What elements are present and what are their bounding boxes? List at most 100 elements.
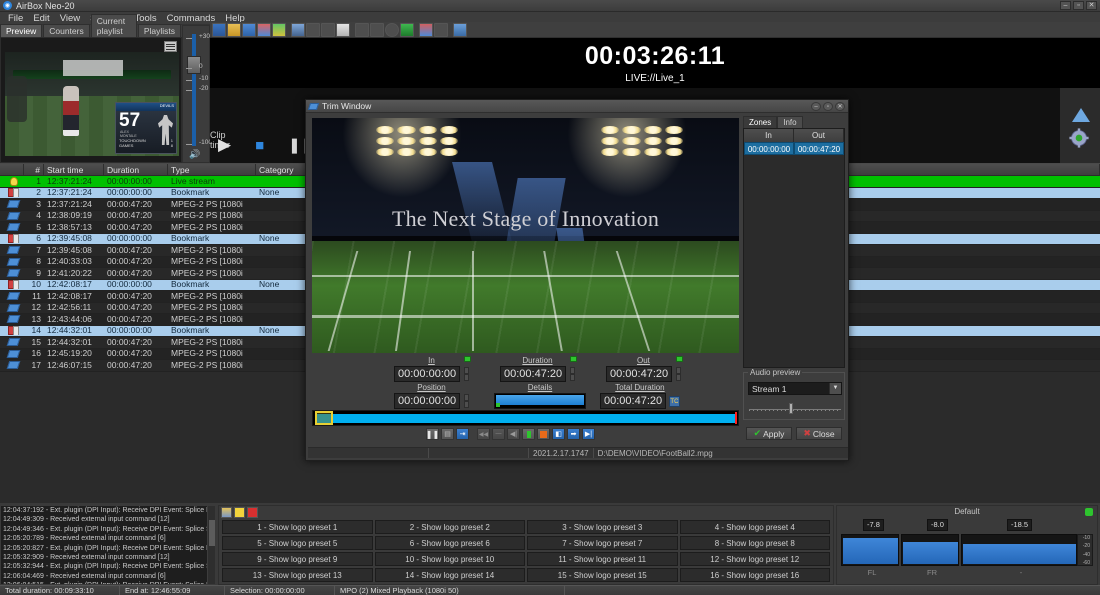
logo-preset-button[interactable]: 2 - Show logo preset 2 <box>375 520 526 534</box>
duration-spinner[interactable] <box>570 367 575 381</box>
timecode-format-button[interactable]: TC <box>669 396 680 407</box>
trim-window[interactable]: Trim Window – ▫ ✕ The Next Stage of In <box>305 99 849 461</box>
save-icon[interactable] <box>242 23 256 37</box>
in-spinner[interactable] <box>464 367 469 381</box>
tab-preview[interactable]: Preview <box>0 24 42 37</box>
play-icon[interactable]: ▶ <box>218 135 231 155</box>
favorite-icon[interactable] <box>234 507 245 518</box>
logo-preset-button[interactable]: 5 - Show logo preset 5 <box>222 536 373 550</box>
audio-level-slider[interactable] <box>749 401 841 411</box>
trim-pause-icon[interactable]: ❚❚ <box>426 428 439 440</box>
volume-fader-panel[interactable]: +30 0 -10 -20 -100 🔊 <box>182 25 210 163</box>
speaker-icon[interactable]: 🔊 <box>189 150 199 159</box>
logo-preset-button[interactable]: 8 - Show logo preset 8 <box>680 536 831 550</box>
refresh-icon[interactable] <box>400 23 414 37</box>
logo-preset-button[interactable]: 15 - Show logo preset 15 <box>527 568 678 582</box>
gear-icon[interactable] <box>1069 128 1089 148</box>
out-value[interactable]: 00:00:47:20 <box>606 366 672 382</box>
column-type[interactable]: Type <box>168 164 256 175</box>
import-icon[interactable] <box>272 23 286 37</box>
bookmark-icon[interactable] <box>419 23 433 37</box>
trim-frame-step-icon[interactable]: ▤ <box>441 428 454 440</box>
tab-playlists[interactable]: Playlists <box>138 24 181 37</box>
logo-preset-button[interactable]: 6 - Show logo preset 6 <box>375 536 526 550</box>
save-as-icon[interactable] <box>257 23 271 37</box>
trim-rewind-icon[interactable]: — <box>492 428 505 440</box>
tab-current-playlist[interactable]: Current playlist <box>91 14 137 37</box>
out-spinner[interactable] <box>676 367 681 381</box>
zones-list[interactable]: In Out 00:00:00:00 00:00:47:20 <box>743 128 845 368</box>
clock-icon[interactable] <box>385 23 399 37</box>
zones-row[interactable]: 00:00:00:00 00:00:47:20 <box>744 142 844 155</box>
logo-editor-icon[interactable] <box>221 507 232 518</box>
audio-stream-select[interactable]: Stream 1 ▼ <box>748 382 842 395</box>
trim-set-out-icon[interactable] <box>537 428 550 440</box>
trim-minimize-button[interactable]: – <box>811 102 821 111</box>
new-playlist-icon[interactable] <box>212 23 226 37</box>
logo-presets-panel: 1 - Show logo preset 12 - Show logo pres… <box>218 505 834 585</box>
trim-step-back-icon[interactable]: ◀| <box>507 428 520 440</box>
log-scrollbar[interactable] <box>207 506 215 585</box>
add-clip-icon[interactable] <box>306 23 320 37</box>
logo-preset-button[interactable]: 3 - Show logo preset 3 <box>527 520 678 534</box>
menu-item-file[interactable]: File <box>3 13 28 24</box>
duration-value[interactable]: 00:00:47:20 <box>500 366 566 382</box>
details-bar[interactable] <box>494 393 586 409</box>
menu-item-edit[interactable]: Edit <box>28 13 54 24</box>
column-duration[interactable]: Duration <box>104 164 168 175</box>
column-number[interactable]: # <box>24 164 44 175</box>
minimize-button[interactable]: – <box>1060 1 1071 10</box>
logo-preset-button[interactable]: 1 - Show logo preset 1 <box>222 520 373 534</box>
column-start-time[interactable]: Start time <box>44 164 104 175</box>
audio-slider-thumb[interactable] <box>789 403 793 414</box>
trim-mark-icon[interactable]: ◧ <box>552 428 565 440</box>
scrubber-playhead[interactable] <box>315 411 333 425</box>
in-value[interactable]: 00:00:00:00 <box>394 366 460 382</box>
new-item-icon[interactable] <box>336 23 350 37</box>
column-icon[interactable] <box>0 164 24 175</box>
tab-counters[interactable]: Counters <box>43 24 90 37</box>
tab-info[interactable]: Info <box>777 116 802 128</box>
trim-maximize-button[interactable]: ▫ <box>823 102 833 111</box>
logo-preset-button[interactable]: 4 - Show logo preset 4 <box>680 520 831 534</box>
event-log-panel[interactable]: 12:04:37:192 - Ext. plugin (DPI Input): … <box>0 505 216 585</box>
stop-icon[interactable]: ■ <box>255 137 264 154</box>
hamburger-icon[interactable] <box>164 41 177 52</box>
position-value[interactable]: 00:00:00:00 <box>394 393 460 409</box>
chevron-down-icon[interactable]: ▼ <box>829 383 841 394</box>
arrow-right-icon[interactable] <box>247 507 258 518</box>
logo-preset-button[interactable]: 10 - Show logo preset 10 <box>375 552 526 566</box>
list-properties-icon[interactable] <box>291 23 305 37</box>
volume-track[interactable] <box>192 34 196 146</box>
close-button[interactable]: ✖ Close <box>796 427 842 440</box>
logo-preset-button[interactable]: 14 - Show logo preset 14 <box>375 568 526 582</box>
help-icon[interactable] <box>453 23 467 37</box>
logo-preset-button[interactable]: 13 - Show logo preset 13 <box>222 568 373 582</box>
logo-preset-button[interactable]: 16 - Show logo preset 16 <box>680 568 831 582</box>
edit-item-icon[interactable] <box>370 23 384 37</box>
maximize-button[interactable]: ▫ <box>1073 1 1084 10</box>
position-spinner[interactable] <box>464 394 469 408</box>
logo-preset-button[interactable]: 7 - Show logo preset 7 <box>527 536 678 550</box>
trim-goto-icon[interactable]: ⇥ <box>456 428 469 440</box>
add-file-icon[interactable] <box>321 23 335 37</box>
trim-scrubber[interactable] <box>312 410 739 426</box>
tab-zones[interactable]: Zones <box>743 116 777 128</box>
open-icon[interactable] <box>227 23 241 37</box>
logo-preset-button[interactable]: 11 - Show logo preset 11 <box>527 552 678 566</box>
grid-icon[interactable] <box>434 23 448 37</box>
close-button[interactable]: ✕ <box>1086 1 1097 10</box>
logo-preset-button[interactable]: 12 - Show logo preset 12 <box>680 552 831 566</box>
properties-icon[interactable] <box>355 23 369 37</box>
trim-close-button[interactable]: ✕ <box>835 102 845 111</box>
trim-video-preview[interactable]: The Next Stage of Innovation <box>312 118 739 353</box>
trim-next-icon[interactable]: ➡ <box>567 428 580 440</box>
trim-prev-frame-icon[interactable]: ◀◀ <box>477 428 490 440</box>
trim-set-in-icon[interactable] <box>522 428 535 440</box>
triangle-up-icon[interactable] <box>1072 108 1090 122</box>
logo-preset-button[interactable]: 9 - Show logo preset 9 <box>222 552 373 566</box>
preview-pane[interactable]: DEVILS 57 ALEX MONTALE TOUCHDOWN 1 GAMES… <box>0 37 182 163</box>
trim-end-icon[interactable]: ▶| <box>582 428 595 440</box>
apply-button[interactable]: ✔ Apply <box>746 427 792 440</box>
menu-item-view[interactable]: View <box>55 13 85 24</box>
